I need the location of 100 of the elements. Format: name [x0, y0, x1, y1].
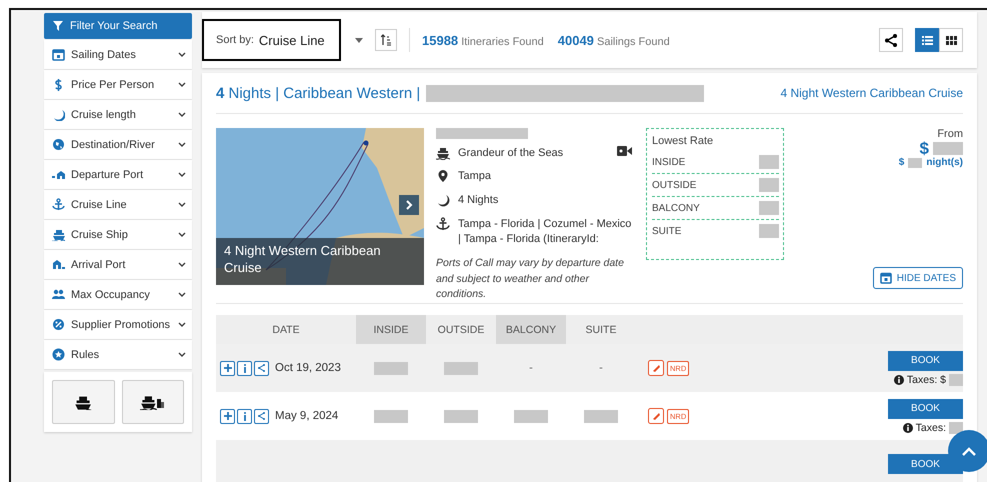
- book-button[interactable]: BOOK: [888, 350, 963, 370]
- chevron-up-icon: [962, 446, 976, 456]
- filter-item[interactable]: Destination/River: [44, 130, 192, 159]
- filter-item[interactable]: Cruise length: [44, 100, 192, 129]
- people-icon: [52, 288, 65, 301]
- calendar-icon: [52, 48, 65, 61]
- ship-icon: [74, 394, 92, 410]
- globe-icon: [52, 138, 65, 151]
- filter-item[interactable]: Departure Port: [44, 160, 192, 189]
- book-button[interactable]: BOOK: [888, 398, 963, 418]
- column-header: SUITE: [584, 322, 618, 338]
- cabin-type: SUITE: [652, 226, 682, 236]
- result-count: 40049 Sailings Found: [558, 32, 670, 48]
- chevron-down-icon: [178, 262, 186, 267]
- redacted-block: [374, 410, 408, 422]
- chevron-down-icon: [178, 202, 186, 207]
- detail-text: Tampa: [458, 169, 492, 184]
- info-icon: [902, 422, 913, 432]
- filter-item[interactable]: Cruise Line: [44, 190, 192, 219]
- detail-text: Tampa - Florida | Cozumel - Mexico | Tampa - Florida (ItineraryId:: [458, 217, 632, 247]
- taxes-label: Taxes: $: [906, 374, 946, 386]
- info-icon: [242, 412, 246, 420]
- anchor-icon: [436, 217, 450, 232]
- grid-icon: [946, 36, 956, 44]
- redacted-block: [374, 362, 408, 374]
- redacted-block: [444, 362, 478, 374]
- redacted-block: [514, 410, 548, 422]
- chevron-down-icon: [178, 172, 186, 177]
- next-image-button[interactable]: [399, 195, 419, 215]
- cabin-type: BALCONY: [652, 202, 700, 214]
- video-camera-icon: [617, 146, 632, 156]
- sort-icon: [381, 34, 391, 46]
- chevron-down-icon: [178, 322, 186, 327]
- price-cell: -: [599, 362, 603, 374]
- detail-text: Grandeur of the Seas: [458, 146, 564, 160]
- badge-icon: [52, 318, 65, 331]
- per-night-currency: $: [898, 157, 904, 168]
- redacted-block: [584, 410, 618, 422]
- filter-item[interactable]: Rules: [44, 340, 192, 369]
- moon-icon: [52, 108, 65, 121]
- chevron-down-icon: [178, 292, 186, 297]
- redacted-block: [908, 158, 922, 168]
- filter-item[interactable]: Supplier Promotions: [44, 310, 192, 339]
- sort-dropdown[interactable]: Sort by: Cruise Line: [202, 19, 341, 61]
- price-cell: -: [529, 362, 533, 374]
- ship-icon: [52, 228, 65, 241]
- cabin-type: OUTSIDE: [652, 180, 696, 190]
- filter-item[interactable]: Cruise Ship: [44, 220, 192, 249]
- plus-icon: [224, 364, 232, 372]
- share-icon: [258, 412, 265, 420]
- filter-item[interactable]: Max Occupancy: [44, 280, 192, 309]
- sort-order-button[interactable]: [375, 29, 397, 51]
- building-icon: [52, 168, 65, 181]
- filter-item[interactable]: Arrival Port: [44, 250, 192, 279]
- result-count: 15988 Itineraries Found: [422, 32, 544, 48]
- ports-note: Ports of Call may vary by departure date and subject to weather and other conditions.: [436, 256, 625, 302]
- redacted-block: [759, 224, 779, 238]
- ship-port-view-button[interactable]: [122, 380, 184, 424]
- moon-icon: [436, 193, 450, 208]
- filter-item[interactable]: Sailing Dates: [44, 40, 192, 69]
- column-header: OUTSIDE: [436, 322, 486, 338]
- redacted-block: [759, 155, 779, 169]
- caret-icon: [355, 38, 363, 42]
- expand-button[interactable]: [220, 408, 235, 424]
- chevron-down-icon: [178, 352, 186, 357]
- column-header: BALCONY: [496, 315, 566, 344]
- ship-icon: [436, 146, 450, 160]
- redacted-block: [759, 178, 779, 192]
- filter-header-title: Filter Your Search: [70, 20, 158, 32]
- share-icon: [258, 364, 265, 372]
- itinerary-title: 4 Nights | Caribbean Western |: [216, 84, 420, 102]
- grid-view-button[interactable]: [939, 28, 963, 52]
- chevron-down-icon: [178, 112, 186, 117]
- list-icon: [922, 36, 932, 44]
- column-header: DATE: [271, 322, 301, 338]
- share-icon: [885, 34, 897, 46]
- star-icon: [52, 348, 65, 361]
- filter-item[interactable]: Price Per Person: [44, 70, 192, 99]
- cabin-type: INSIDE: [652, 156, 686, 168]
- calendar-icon: [880, 272, 892, 284]
- redacted-block: [444, 410, 478, 422]
- expand-button[interactable]: [220, 360, 235, 376]
- plus-icon: [224, 412, 232, 420]
- sailing-date: May 9, 2024: [275, 410, 338, 422]
- chevron-down-icon: [178, 52, 186, 57]
- info-button[interactable]: [237, 360, 252, 376]
- chevron-down-icon: [178, 232, 186, 237]
- list-view-button[interactable]: [915, 28, 939, 52]
- info-button[interactable]: [237, 408, 252, 424]
- ship-view-button[interactable]: [52, 380, 114, 424]
- hide-dates-button[interactable]: HIDE DATES: [872, 267, 963, 289]
- per-night-label: night(s): [926, 157, 963, 168]
- itinerary-link[interactable]: 4 Night Western Caribbean Cruise: [780, 86, 963, 100]
- from-label: From: [937, 128, 963, 140]
- column-header: INSIDE: [356, 315, 426, 344]
- detail-text: 4 Nights: [458, 193, 498, 208]
- sailing-date: Oct 19, 2023: [275, 362, 341, 374]
- chevron-down-icon: [178, 142, 186, 147]
- taxes-label: Taxes:: [916, 422, 946, 434]
- ship-building-icon: [140, 394, 166, 410]
